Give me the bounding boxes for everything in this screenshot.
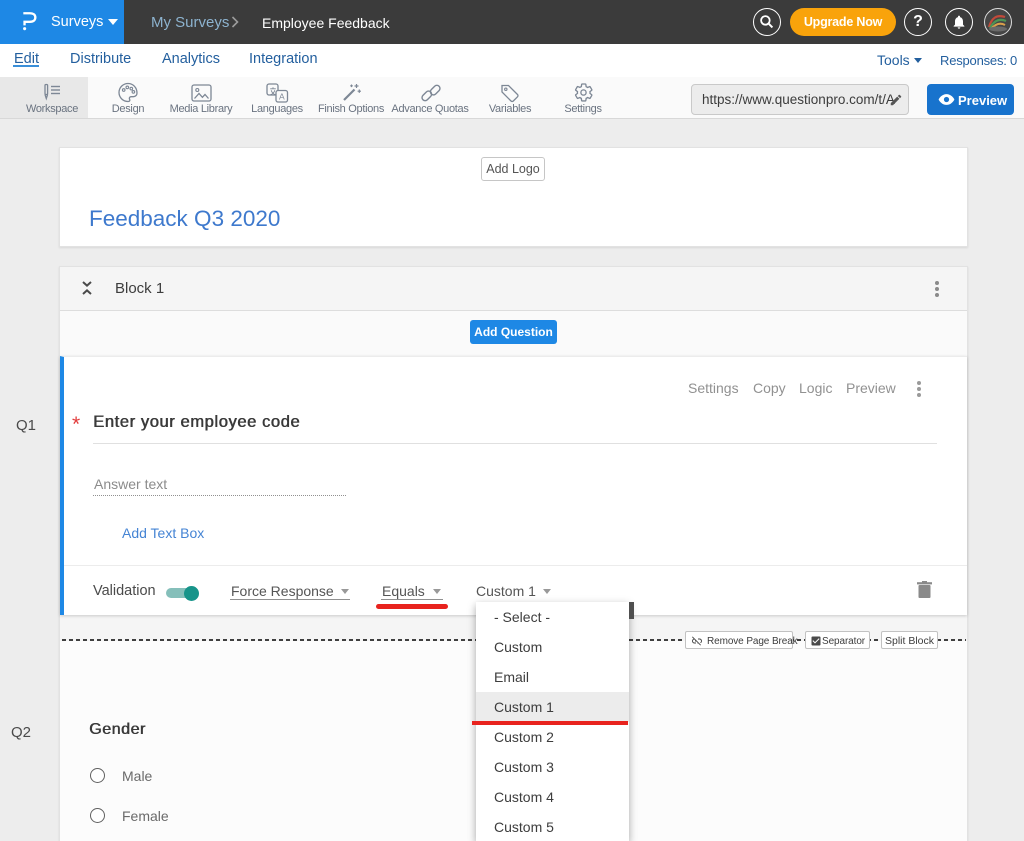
- svg-text:A: A: [279, 92, 285, 102]
